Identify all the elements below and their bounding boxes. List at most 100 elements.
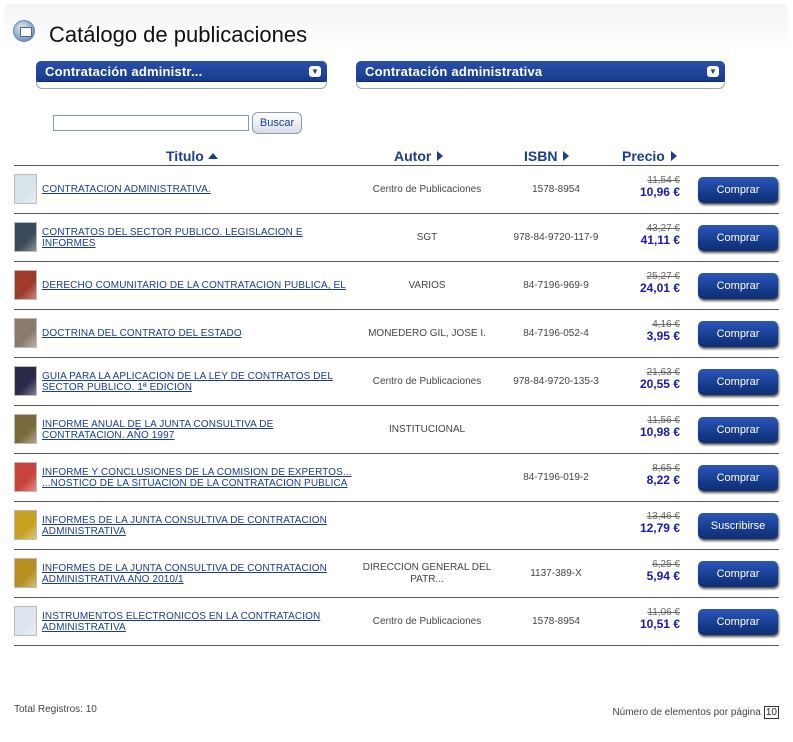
- price-block: 25,27 € 24,01 €: [620, 271, 680, 295]
- price-block: 4,16 € 3,95 €: [620, 319, 680, 343]
- publication-title-link[interactable]: INFORME ANUAL DE LA JUNTA CONSULTIVA DE …: [42, 406, 354, 453]
- publication-author: [362, 502, 492, 549]
- price-block: 13,46 € 12,79 €: [620, 511, 680, 535]
- buy-button[interactable]: Comprar: [698, 609, 778, 635]
- publication-author: Centro de Publicaciones: [372, 183, 482, 195]
- table-row: CONTRATACION ADMINISTRATIVA. Centro de P…: [14, 166, 779, 214]
- publication-title-link[interactable]: INSTRUMENTOS ELECTRONICOS EN LA CONTRATA…: [42, 598, 354, 645]
- subscribe-button[interactable]: Suscribirse: [698, 513, 778, 539]
- book-cover-thumbnail[interactable]: [14, 462, 37, 492]
- table-row: INFORMES DE LA JUNTA CONSULTIVA DE CONTR…: [14, 550, 779, 598]
- table-row: INFORME ANUAL DE LA JUNTA CONSULTIVA DE …: [14, 406, 779, 454]
- items-per-page-selector[interactable]: 10: [763, 706, 779, 719]
- page-title: Catálogo de publicaciones: [49, 22, 308, 47]
- current-price: 41,11 €: [640, 233, 680, 247]
- sort-by-title[interactable]: Titulo: [166, 148, 218, 164]
- chevron-down-icon[interactable]: ▼: [309, 66, 321, 77]
- table-row: DOCTRINA DEL CONTRATO DEL ESTADO MONEDER…: [14, 310, 779, 358]
- search-button[interactable]: Buscar: [252, 112, 302, 134]
- price-block: 11,06 € 10,51 €: [620, 607, 680, 631]
- dropdown-frame: [356, 81, 725, 89]
- sort-asc-icon: [207, 153, 218, 159]
- price-block: 11,56 € 10,98 €: [620, 415, 680, 439]
- current-price: 10,96 €: [639, 185, 680, 199]
- sort-by-author[interactable]: Autor: [394, 148, 444, 164]
- header-isbn-label: ISBN: [524, 148, 558, 164]
- publication-title-link[interactable]: CONTRATACION ADMINISTRATIVA.: [42, 166, 354, 213]
- publications-table: CONTRATACION ADMINISTRATIVA. Centro de P…: [14, 166, 779, 646]
- publication-isbn: 1578-8954: [532, 616, 580, 627]
- publication-author: INSTITUCIONAL: [388, 423, 466, 435]
- publication-author: MONEDERO GIL, JOSE I.: [368, 327, 486, 339]
- current-price: 8,22 €: [646, 473, 680, 487]
- book-cover-thumbnail[interactable]: [14, 222, 37, 252]
- search-input[interactable]: [53, 115, 249, 131]
- header-price-label: Precio: [622, 148, 665, 164]
- category-dropdown-left[interactable]: Contratación administr... ▼: [36, 61, 327, 89]
- category-dropdown-right[interactable]: Contratación administrativa ▼: [356, 61, 725, 89]
- publication-isbn: 1578-8954: [532, 184, 580, 195]
- publication-title-link[interactable]: GUIA PARA LA APLICACION DE LA LEY DE CON…: [42, 358, 354, 405]
- publication-author: VARIOS: [408, 279, 446, 291]
- book-cover-thumbnail[interactable]: [14, 414, 37, 444]
- publication-isbn: [502, 406, 610, 453]
- current-price: 5,94 €: [646, 569, 680, 583]
- items-per-page: Número de elementos por página 10: [612, 706, 779, 719]
- book-cover-thumbnail[interactable]: [14, 318, 37, 348]
- catalog-icon: [13, 20, 35, 42]
- price-block: 43,27 € 41,11 €: [620, 223, 680, 247]
- publication-author: SGT: [416, 231, 438, 243]
- buy-button[interactable]: Comprar: [698, 321, 778, 347]
- table-row: INFORMES DE LA JUNTA CONSULTIVA DE CONTR…: [14, 502, 779, 550]
- table-row: CONTRATOS DEL SECTOR PUBLICO. LEGISLACIO…: [14, 214, 779, 262]
- publication-author: Centro de Publicaciones: [372, 375, 482, 387]
- sort-by-isbn[interactable]: ISBN: [524, 148, 570, 164]
- buy-button[interactable]: Comprar: [698, 465, 778, 491]
- book-cover-thumbnail[interactable]: [14, 270, 37, 300]
- current-price: 12,79 €: [639, 521, 680, 535]
- sort-arrow-icon: [437, 151, 444, 161]
- buy-button[interactable]: Comprar: [698, 273, 778, 299]
- book-cover-thumbnail[interactable]: [14, 558, 37, 588]
- publication-title-link[interactable]: CONTRATOS DEL SECTOR PUBLICO. LEGISLACIO…: [42, 214, 354, 261]
- publication-isbn: 84-7196-052-4: [523, 328, 589, 339]
- buy-button[interactable]: Comprar: [698, 225, 778, 251]
- book-cover-thumbnail[interactable]: [14, 606, 37, 636]
- price-block: 6,25 € 5,94 €: [620, 559, 680, 583]
- sort-arrow-icon: [563, 151, 570, 161]
- publication-title-link[interactable]: DOCTRINA DEL CONTRATO DEL ESTADO: [42, 310, 354, 357]
- buy-button[interactable]: Comprar: [698, 561, 778, 587]
- publication-author: DIRECCION GENERAL DEL PATR...: [362, 561, 492, 585]
- sort-by-price[interactable]: Precio: [622, 148, 677, 164]
- publication-title-link[interactable]: INFORMES DE LA JUNTA CONSULTIVA DE CONTR…: [42, 502, 354, 549]
- table-row: INFORME Y CONCLUSIONES DE LA COMISION DE…: [14, 454, 779, 502]
- publication-isbn: [502, 502, 610, 549]
- publication-isbn: 978-84-9720-135-3: [513, 376, 599, 387]
- current-price: 24,01 €: [639, 281, 680, 295]
- category-dropdown-right-label: Contratación administrativa: [365, 64, 543, 79]
- publication-title-link[interactable]: INFORMES DE LA JUNTA CONSULTIVA DE CONTR…: [42, 550, 354, 597]
- publication-title-link[interactable]: INFORME Y CONCLUSIONES DE LA COMISION DE…: [42, 454, 354, 501]
- header-title-label: Titulo: [166, 148, 204, 164]
- buy-button[interactable]: Comprar: [698, 417, 778, 443]
- publication-author: Centro de Publicaciones: [372, 615, 482, 627]
- current-price: 10,98 €: [639, 425, 680, 439]
- publication-author: [362, 454, 492, 501]
- chevron-down-icon[interactable]: ▼: [707, 66, 719, 77]
- buy-button[interactable]: Comprar: [698, 177, 778, 203]
- publication-isbn: 978-84-9720-117-9: [513, 232, 599, 243]
- book-cover-thumbnail[interactable]: [14, 366, 37, 396]
- table-row: INSTRUMENTOS ELECTRONICOS EN LA CONTRATA…: [14, 598, 779, 646]
- book-cover-thumbnail[interactable]: [14, 510, 37, 540]
- publication-isbn: 1137-389-X: [530, 568, 582, 579]
- buy-button[interactable]: Comprar: [698, 369, 778, 395]
- header-bar: Catálogo de publicaciones: [4, 4, 788, 50]
- publication-isbn: 84-7196-969-9: [523, 280, 589, 291]
- current-price: 20,55 €: [639, 377, 680, 391]
- dropdown-frame: [36, 81, 327, 89]
- book-cover-thumbnail[interactable]: [14, 174, 37, 204]
- publication-title-link[interactable]: DERECHO COMUNITARIO DE LA CONTRATACION P…: [42, 262, 354, 309]
- total-records: Total Registros: 10: [14, 704, 97, 715]
- current-price: 3,95 €: [646, 329, 680, 343]
- publication-isbn: 84-7196-019-2: [523, 472, 589, 483]
